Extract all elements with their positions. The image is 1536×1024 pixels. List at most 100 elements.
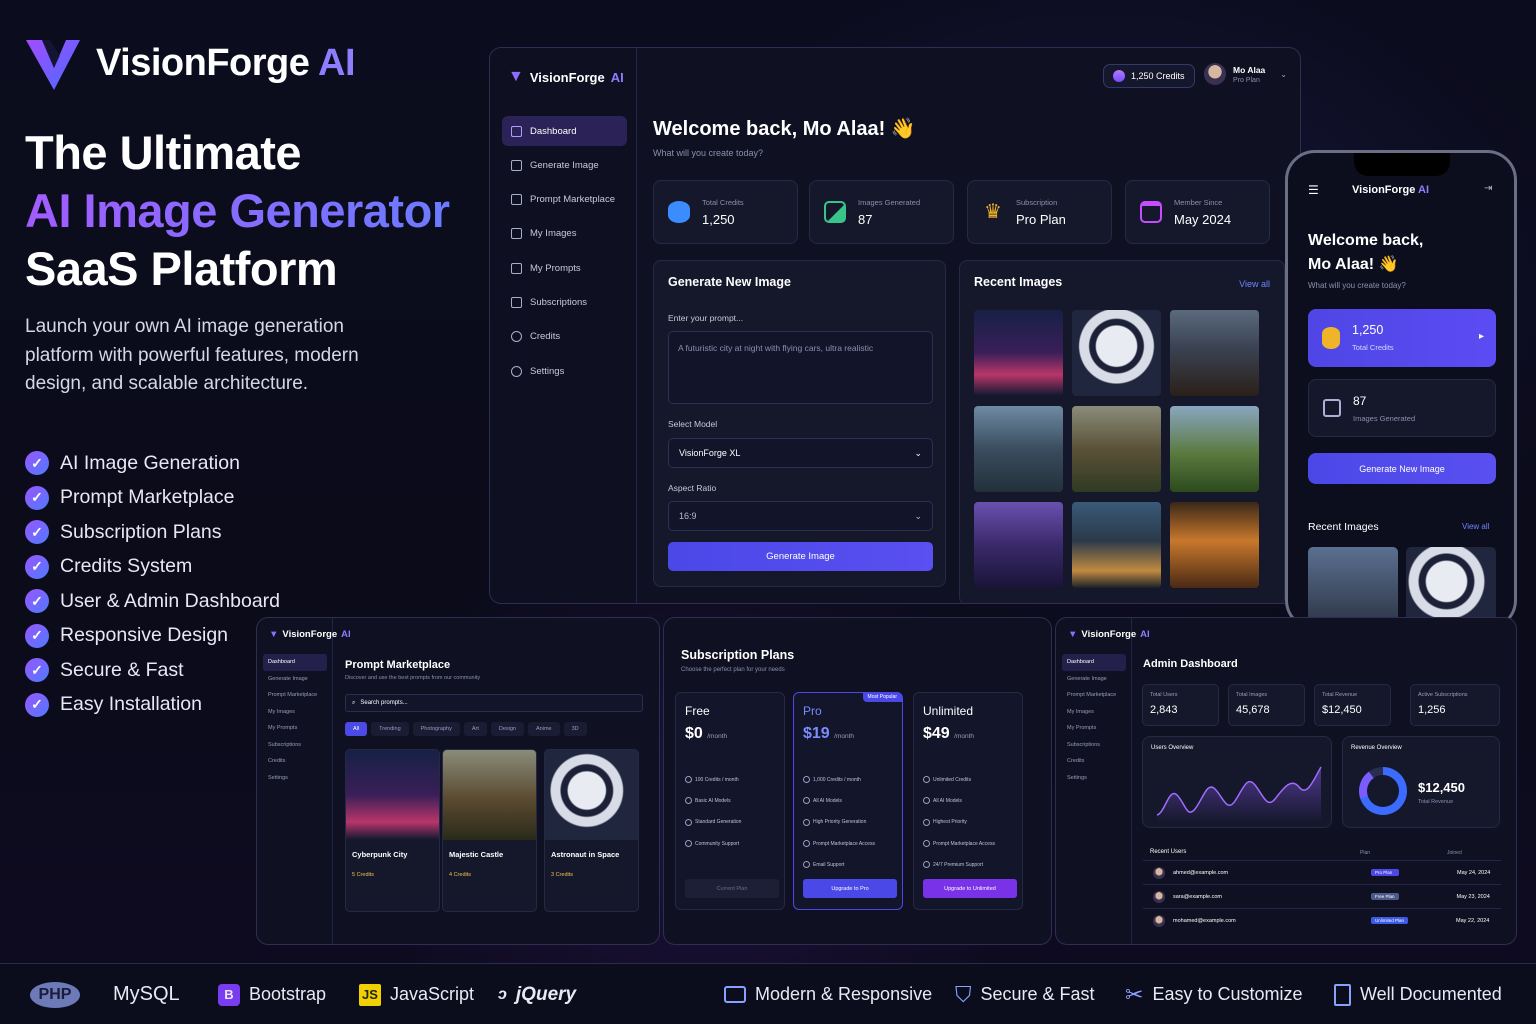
stat-total-credits: Total Credits 1,250 [653, 180, 798, 244]
logout-icon[interactable]: ⇥ [1484, 183, 1492, 194]
recent-image-mage[interactable] [1170, 406, 1259, 492]
filter-design[interactable]: Design [490, 722, 524, 736]
sidebar-item-credits[interactable]: Credits [1056, 753, 1132, 770]
filter-art[interactable]: Art [463, 722, 487, 736]
sidebar-item-prompt-marketplace[interactable]: Prompt Marketplace [502, 185, 627, 215]
jquery-logo-icon: ↄ [498, 985, 507, 1003]
prompt-card[interactable]: Astronaut in Space 3 Credits [544, 749, 639, 912]
user-name: Mo Alaa [1233, 64, 1266, 75]
ratio-select[interactable]: 16:9 ⌄ [668, 501, 933, 531]
sidebar-item-my-images[interactable]: My Images [257, 704, 333, 721]
phone-generate-button[interactable]: Generate New Image [1308, 453, 1496, 484]
table-row[interactable]: mohamed@example.com Unlimited Plan May 22,… [1143, 908, 1501, 932]
admin-stat-users: Total Users 2,843 [1142, 684, 1219, 726]
view-all-link[interactable]: View all [1239, 279, 1270, 289]
phone-images-card[interactable]: 87 Images Generated [1308, 379, 1496, 437]
phone-view-all-link[interactable]: View all [1462, 522, 1489, 531]
prompt-card[interactable]: Majestic Castle 4 Credits [442, 749, 537, 912]
sidebar-item-subscriptions[interactable]: Subscriptions [1056, 737, 1132, 754]
sidebar-item-generate-image[interactable]: Generate Image [1056, 671, 1132, 688]
generate-title: Generate New Image [668, 275, 791, 289]
sidebar-item-dashboard[interactable]: Dashboard [502, 116, 627, 146]
sidebar-logo[interactable]: ▼ VisionForge AI [508, 68, 624, 86]
phone-subtitle: What will you create today? [1308, 281, 1406, 290]
feature-item: ✓ Subscription Plans [25, 515, 280, 550]
recent-image-warrior[interactable] [1170, 310, 1259, 396]
table-row[interactable]: ahmed@example.com Pro Plan May 24, 2024 [1143, 860, 1501, 884]
stat-images-generated: Images Generated 87 [809, 180, 954, 244]
sidebar-item-credits[interactable]: Credits [502, 322, 627, 352]
user-menu[interactable]: Mo Alaa Pro Plan ⌄ [1204, 63, 1287, 85]
sidebar-item-my-prompts[interactable]: My Prompts [502, 253, 627, 283]
sidebar-item-prompt-marketplace[interactable]: Prompt Marketplace [257, 687, 333, 704]
hero-line-2: AI Image Generator [25, 182, 450, 240]
recent-image-castle-lake[interactable] [974, 406, 1063, 492]
sidebar-item-prompt-marketplace[interactable]: Prompt Marketplace [1056, 687, 1132, 704]
current-plan-button: Current Plan [685, 879, 779, 898]
filter-chips: All Trending Photography Art Design Anim… [345, 722, 587, 736]
image-icon [511, 228, 522, 240]
sidebar-item-credits[interactable]: Credits [257, 753, 333, 770]
sidebar-item-my-images[interactable]: My Images [1056, 704, 1132, 721]
upgrade-pro-button[interactable]: Upgrade to Pro [803, 879, 897, 898]
subscriptions-window: Subscription Plans Choose the perfect pl… [663, 617, 1052, 945]
shield-icon: ⛉ [955, 981, 972, 1007]
sidebar-item-my-images[interactable]: My Images [502, 219, 627, 249]
calendar-icon [1140, 201, 1162, 223]
sidebar-item-my-prompts[interactable]: My Prompts [257, 720, 333, 737]
admin-window: ▼ VisionForge AI Dashboard Generate Image … [1055, 617, 1517, 945]
crown-icon: ♛ [984, 201, 1002, 223]
sidebar-item-dashboard[interactable]: Dashboard [1062, 654, 1126, 671]
prompt-card[interactable]: Cyberpunk City 5 Credits [345, 749, 440, 912]
recent-image-sunset-ruins[interactable] [1170, 502, 1259, 588]
phone-credits-card[interactable]: 1,250 Total Credits ▸ [1308, 309, 1496, 367]
ratio-label: Aspect Ratio [668, 483, 717, 493]
sidebar-item-my-prompts[interactable]: My Prompts [1056, 720, 1132, 737]
footer-bar: PHP MySQL B Bootstrap JS JavaScript ↄ jQuer… [0, 963, 1536, 1024]
recent-image-astronaut[interactable] [1072, 310, 1161, 396]
marketplace-logo: ▼ VisionForge AI [269, 629, 351, 640]
plan-free: Free $0 /month 100 Credits / month Basic … [675, 692, 785, 910]
footer-feature-responsive: Modern & Responsive [724, 964, 932, 1024]
sidebar-item-subscriptions[interactable]: Subscriptions [257, 737, 333, 754]
menu-icon[interactable]: ☰ [1308, 183, 1319, 197]
filter-3d[interactable]: 3D [563, 722, 587, 736]
tech-javascript: JS JavaScript [359, 964, 474, 1024]
filter-all[interactable]: All [345, 722, 368, 736]
sidebar-item-settings[interactable]: Settings [502, 356, 627, 386]
credits-badge[interactable]: 1,250 Credits [1103, 64, 1195, 88]
edit-icon [511, 262, 522, 274]
plan-pro: Most Popular Pro $19 /month 1,000 Credit… [793, 692, 903, 910]
recent-image-city-valley[interactable] [1072, 502, 1161, 588]
stat-subscription: ♛ Subscription Pro Plan [967, 180, 1112, 244]
sidebar-item-generate-image[interactable]: Generate Image [502, 150, 627, 180]
recent-image-sorceress[interactable] [974, 502, 1063, 588]
subscriptions-title: Subscription Plans [681, 648, 795, 662]
recent-image-cyberpunk[interactable] [974, 310, 1063, 396]
table-row[interactable]: sara@example.com Free Plan May 23, 2024 [1143, 884, 1501, 908]
sidebar-item-settings[interactable]: Settings [257, 770, 333, 787]
generate-image-button[interactable]: Generate Image [668, 542, 933, 571]
model-select[interactable]: VisionForge XL ⌄ [668, 438, 933, 468]
prompt-textarea[interactable]: A futuristic city at night with flying c… [668, 331, 933, 404]
marketplace-window: ▼ VisionForge AI Dashboard Generate Image … [256, 617, 660, 945]
upgrade-unlimited-button[interactable]: Upgrade to Unlimited [923, 879, 1017, 898]
sidebar-item-generate-image[interactable]: Generate Image [257, 671, 333, 688]
sidebar-item-dashboard[interactable]: Dashboard [263, 654, 327, 671]
recent-image-castle[interactable] [1072, 406, 1161, 492]
prompt-image [346, 750, 439, 840]
sidebar-item-settings[interactable]: Settings [1056, 770, 1132, 787]
avatar [1153, 890, 1165, 903]
filter-anime[interactable]: Anime [528, 722, 560, 736]
tech-php: PHP [30, 964, 80, 1024]
vision-logo-icon: ▼ [269, 629, 279, 640]
avatar [1153, 866, 1165, 879]
sidebar-item-subscriptions[interactable]: Subscriptions [502, 287, 627, 317]
filter-photography[interactable]: Photography [412, 722, 460, 736]
search-input[interactable]: ⌕ Search prompts... [345, 694, 643, 712]
filter-trending[interactable]: Trending [371, 722, 409, 736]
gear-icon [511, 365, 522, 377]
feature-item: ✓ Secure & Fast [25, 653, 280, 688]
brand-ai: AI [318, 41, 356, 84]
phone-mockup: ☰ VisionForge AI ⇥ Welcome back, Mo Alaa!… [1285, 150, 1517, 630]
